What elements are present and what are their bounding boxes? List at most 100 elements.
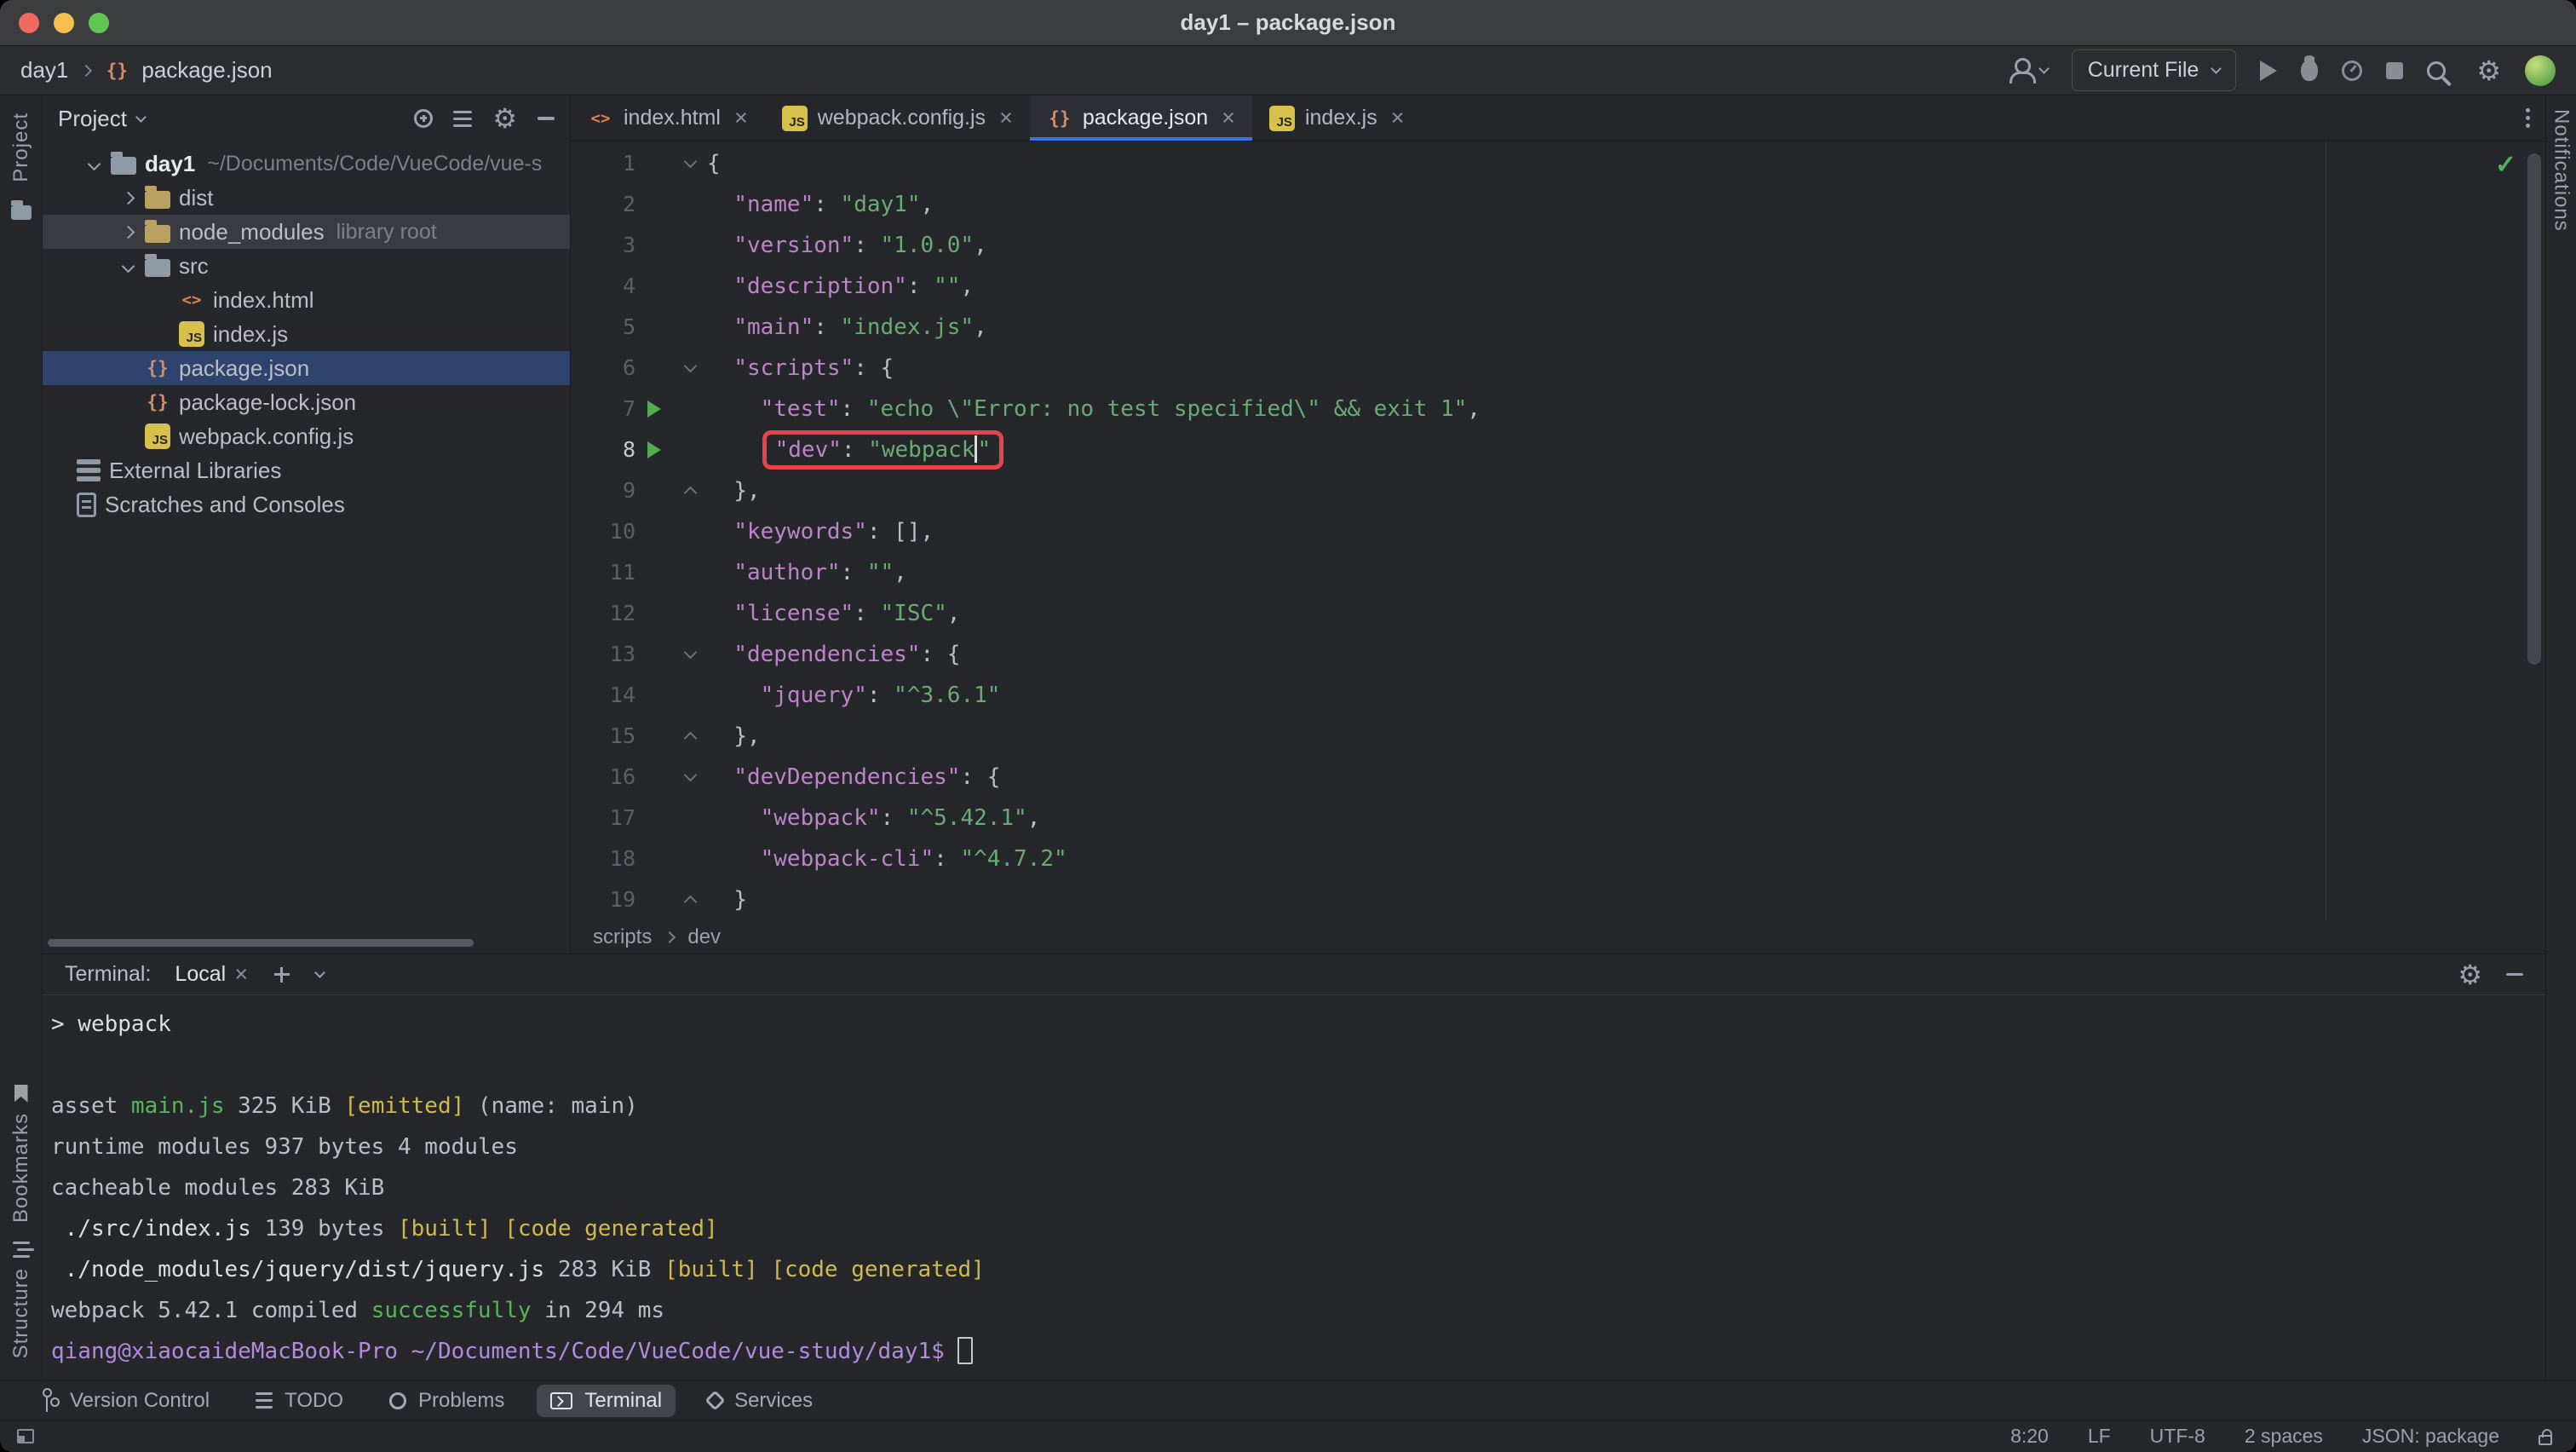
fold-start-icon[interactable] bbox=[683, 155, 697, 169]
fold-start-icon[interactable] bbox=[683, 769, 697, 782]
breadcrumb-scripts[interactable]: scripts bbox=[593, 925, 652, 949]
tree-item-node_modules[interactable]: node_moduleslibrary root bbox=[43, 215, 570, 249]
tree-item-dist[interactable]: dist bbox=[43, 181, 570, 215]
terminal-output[interactable]: > webpack asset main.js 325 KiB [emitted… bbox=[43, 995, 2545, 1380]
minimize-window-button[interactable] bbox=[54, 13, 74, 33]
user-account-widget[interactable] bbox=[2008, 58, 2048, 84]
vertical-scrollbar[interactable] bbox=[2527, 153, 2541, 665]
chevron-down-icon[interactable] bbox=[314, 967, 325, 978]
tree-item-package-lock.json[interactable]: package-lock.json bbox=[43, 385, 570, 419]
project-toolwindow-icon[interactable] bbox=[11, 205, 32, 220]
toolwindow-button-Problems[interactable]: Problems bbox=[376, 1385, 518, 1417]
tree-item-webpack.config.js[interactable]: webpack.config.js bbox=[43, 419, 570, 453]
toolwindow-button-TODO[interactable]: TODO bbox=[242, 1385, 357, 1417]
toolwindow-button-Version Control[interactable]: Version Control bbox=[26, 1385, 223, 1417]
search-everywhere-icon[interactable] bbox=[2427, 61, 2446, 80]
code-line-6[interactable]: 6 "scripts": { bbox=[571, 348, 2545, 389]
stripe-button-structure[interactable]: Structure bbox=[9, 1242, 33, 1358]
avatar[interactable] bbox=[2525, 55, 2556, 86]
fullscreen-window-button[interactable] bbox=[89, 13, 109, 33]
editor-body[interactable]: 1{2 "name": "day1",3 "version": "1.0.0",… bbox=[571, 141, 2545, 921]
locate-file-icon[interactable] bbox=[414, 109, 433, 128]
tab-options-icon[interactable] bbox=[2526, 116, 2530, 120]
toolwindow-button-Services[interactable]: Services bbox=[694, 1385, 826, 1417]
chevron-down-icon[interactable] bbox=[135, 112, 147, 123]
close-terminal-tab-icon[interactable] bbox=[234, 963, 248, 986]
close-tab-icon[interactable] bbox=[999, 107, 1013, 130]
code-line-4[interactable]: 4 "description": "", bbox=[571, 266, 2545, 307]
status-item-3[interactable]: 2 spaces bbox=[2245, 1425, 2323, 1448]
code-line-1[interactable]: 1{ bbox=[571, 143, 2545, 184]
inspection-ok-icon[interactable] bbox=[2495, 150, 2516, 180]
fold-end-icon[interactable] bbox=[683, 487, 697, 500]
fold-end-icon[interactable] bbox=[683, 732, 697, 746]
code-line-12[interactable]: 12 "license": "ISC", bbox=[571, 593, 2545, 634]
stripe-button-project[interactable]: Project bbox=[9, 112, 33, 182]
chevron-down-icon[interactable] bbox=[121, 259, 135, 273]
close-tab-icon[interactable] bbox=[1391, 107, 1405, 130]
lock-icon[interactable] bbox=[2539, 1435, 2552, 1445]
chevron-down-icon[interactable] bbox=[87, 157, 101, 170]
status-item-1[interactable]: LF bbox=[2088, 1425, 2111, 1448]
terminal-settings-icon[interactable] bbox=[2458, 961, 2482, 988]
stripe-button-bookmarks[interactable]: Bookmarks bbox=[9, 1085, 33, 1223]
tab-package.json[interactable]: package.json bbox=[1030, 95, 1252, 141]
breadcrumb-file[interactable]: package.json bbox=[141, 57, 272, 84]
code-line-9[interactable]: 9 }, bbox=[571, 470, 2545, 511]
status-item-2[interactable]: UTF-8 bbox=[2150, 1425, 2205, 1448]
status-item-0[interactable]: 8:20 bbox=[2010, 1425, 2049, 1448]
code-line-8[interactable]: 8 "dev": "webpack" bbox=[571, 429, 2545, 470]
breadcrumb-project[interactable]: day1 bbox=[20, 57, 68, 84]
code-line-16[interactable]: 16 "devDependencies": { bbox=[571, 757, 2545, 798]
status-item-4[interactable]: JSON: package bbox=[2362, 1425, 2499, 1448]
hide-terminal-icon[interactable] bbox=[2506, 973, 2523, 977]
code-line-15[interactable]: 15 }, bbox=[571, 716, 2545, 757]
code-area[interactable]: 1{2 "name": "day1",3 "version": "1.0.0",… bbox=[571, 141, 2545, 921]
profiler-button[interactable] bbox=[2342, 60, 2362, 81]
run-script-icon[interactable] bbox=[647, 441, 661, 458]
run-button[interactable] bbox=[2260, 60, 2277, 81]
debug-button[interactable] bbox=[2301, 60, 2318, 81]
fold-start-icon[interactable] bbox=[683, 360, 697, 373]
tree-item-Scratches and Consoles[interactable]: Scratches and Consoles bbox=[43, 487, 570, 521]
tree-item-External Libraries[interactable]: External Libraries bbox=[43, 453, 570, 487]
tab-index.js[interactable]: index.js bbox=[1252, 95, 1422, 141]
chevron-right-icon[interactable] bbox=[121, 225, 135, 239]
tree-item-index.js[interactable]: index.js bbox=[43, 317, 570, 351]
fold-end-icon[interactable] bbox=[683, 896, 697, 909]
code-line-2[interactable]: 2 "name": "day1", bbox=[571, 184, 2545, 225]
project-settings-icon[interactable] bbox=[492, 105, 517, 132]
code-line-3[interactable]: 3 "version": "1.0.0", bbox=[571, 225, 2545, 266]
tree-item-package.json[interactable]: package.json bbox=[43, 351, 570, 385]
run-script-icon[interactable] bbox=[647, 400, 661, 418]
close-tab-icon[interactable] bbox=[1222, 107, 1235, 130]
tab-index.html[interactable]: index.html bbox=[571, 95, 765, 141]
toolwindow-toggle-icon[interactable] bbox=[17, 1429, 34, 1443]
code-line-11[interactable]: 11 "author": "", bbox=[571, 552, 2545, 593]
code-line-17[interactable]: 17 "webpack": "^5.42.1", bbox=[571, 798, 2545, 838]
tree-item-src[interactable]: src bbox=[43, 249, 570, 283]
code-line-13[interactable]: 13 "dependencies": { bbox=[571, 634, 2545, 675]
chevron-right-icon[interactable] bbox=[121, 191, 135, 205]
project-panel-title[interactable]: Project bbox=[58, 106, 127, 132]
code-line-14[interactable]: 14 "jquery": "^3.6.1" bbox=[571, 675, 2545, 716]
breadcrumb-dev[interactable]: dev bbox=[687, 925, 721, 949]
close-window-button[interactable] bbox=[19, 13, 39, 33]
settings-gear-icon[interactable] bbox=[2476, 57, 2501, 84]
code-line-19[interactable]: 19 } bbox=[571, 879, 2545, 920]
code-line-10[interactable]: 10 "keywords": [], bbox=[571, 511, 2545, 552]
code-line-5[interactable]: 5 "main": "index.js", bbox=[571, 307, 2545, 348]
tree-item-index.html[interactable]: index.html bbox=[43, 283, 570, 317]
close-tab-icon[interactable] bbox=[734, 107, 748, 130]
fold-start-icon[interactable] bbox=[683, 646, 697, 660]
collapse-all-icon[interactable] bbox=[453, 111, 472, 113]
code-line-18[interactable]: 18 "webpack-cli": "^4.7.2" bbox=[571, 838, 2545, 879]
terminal-tab-local[interactable]: Local bbox=[175, 962, 248, 987]
hide-panel-icon[interactable] bbox=[538, 117, 555, 120]
new-terminal-icon[interactable] bbox=[272, 965, 292, 985]
stop-button[interactable] bbox=[2386, 62, 2403, 79]
tree-item-day1[interactable]: day1~/Documents/Code/VueCode/vue-s bbox=[43, 147, 570, 181]
stripe-button-notifications[interactable]: Notifications bbox=[2550, 109, 2573, 232]
tab-webpack.config.js[interactable]: webpack.config.js bbox=[765, 95, 1030, 141]
toolwindow-button-Terminal[interactable]: Terminal bbox=[537, 1385, 676, 1417]
